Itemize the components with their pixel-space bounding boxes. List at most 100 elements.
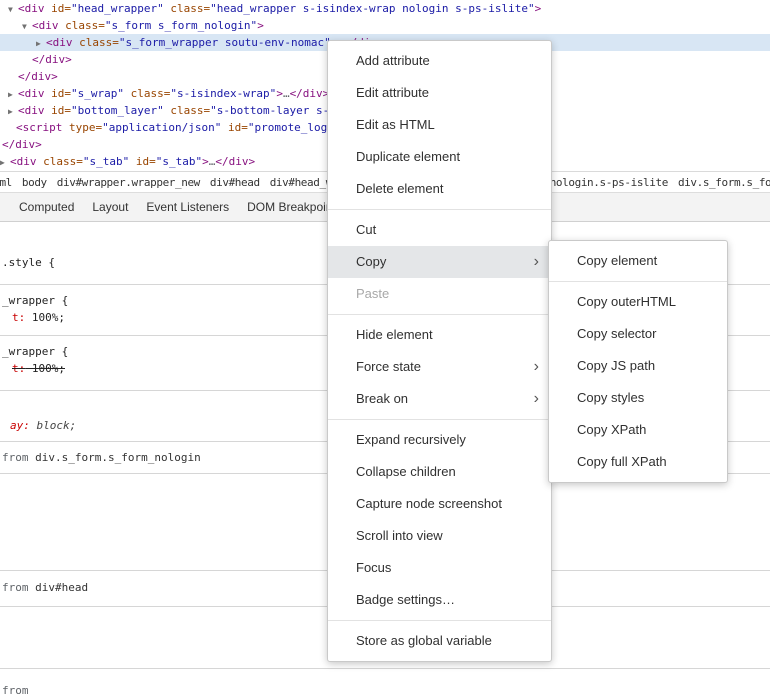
menu-item-collapse-children[interactable]: Collapse children [328,456,551,488]
breadcrumb-item-body[interactable]: body [17,176,52,189]
inherited-from-label: from [2,581,35,594]
attr-name-token: id= [45,2,72,15]
tag-token: > [276,87,283,100]
closing-tag-token: </div> [32,53,72,66]
inherited-from-row: from div.s_form.s_form_nologin [2,450,201,466]
menu-item-edit-as-html[interactable]: Edit as HTML [328,109,551,141]
disclosure-triangle-icon[interactable]: ▶ [0,154,10,170]
attr-name-token: class= [37,155,83,168]
breadcrumb-item-head[interactable]: div#head [205,176,265,189]
attr-value-token: "s-isindex-wrap" [170,87,276,100]
css-property-name[interactable]: t: [12,362,25,375]
menu-item-delete-element[interactable]: Delete element [328,173,551,205]
tag-token: <div [32,19,59,32]
dom-tree-row[interactable]: ▼<div id="head_wrapper" class="head_wrap… [0,0,770,17]
tag-token: <div [10,155,37,168]
css-property-row[interactable]: t: 100%; [12,310,65,326]
dom-tree-row[interactable]: ▼<div class="s_form s_form_nologin"> [0,17,770,34]
copy-submenu: Copy element Copy outerHTML Copy selecto… [548,240,728,483]
inherited-from-label: from [2,451,35,464]
attr-name-token: class= [59,19,105,32]
attr-value-token: "s_tab" [156,155,202,168]
node-link[interactable]: div.s_form.s_form_nologin [35,451,201,464]
menu-item-store-as-global-variable[interactable]: Store as global variable [328,625,551,657]
css-property-value[interactable]: 100%; [25,362,65,375]
tag-token: <div [18,2,45,15]
breadcrumb-item-html[interactable]: html [0,176,17,189]
closing-tag-token: </div> [18,70,58,83]
menu-item-capture-node-screenshot[interactable]: Capture node screenshot [328,488,551,520]
menu-separator [328,314,551,315]
tag-token: <div [18,104,45,117]
inherited-from-label: from [2,684,29,697]
tag-token: <script [16,121,62,134]
tab-computed[interactable]: Computed [10,193,83,221]
menu-item-copy-element[interactable]: Copy element [549,245,727,277]
tag-token: <div [46,36,73,49]
disclosure-triangle-icon[interactable]: ▶ [8,103,18,119]
attr-name-token: class= [124,87,170,100]
css-rule-selector[interactable]: _wrapper { [2,344,68,360]
menu-item-cut[interactable]: Cut [328,214,551,246]
menu-separator [549,281,727,282]
menu-item-label: Break on [356,391,408,406]
attr-name-token: class= [164,2,210,15]
menu-item-label: Force state [356,359,421,374]
tab-event-listeners[interactable]: Event Listeners [137,193,238,221]
menu-item-paste: Paste [328,278,551,310]
css-property-name: ay: [10,419,30,432]
menu-item-badge-settings[interactable]: Badge settings… [328,584,551,616]
attr-value-token: "head_wrapper s-isindex-wrap nologin s-p… [210,2,535,15]
css-property-name[interactable]: t: [12,311,25,324]
disclosure-triangle-icon[interactable]: ▶ [36,35,46,51]
menu-item-hide-element[interactable]: Hide element [328,319,551,351]
tag-token: > [202,155,209,168]
style-section-separator [0,668,770,669]
css-property-row-overridden[interactable]: t: 100%; [12,361,65,377]
menu-item-scroll-into-view[interactable]: Scroll into view [328,520,551,552]
disclosure-triangle-icon[interactable]: ▼ [22,18,32,34]
breadcrumb-item-s-form[interactable]: div.s_form.s_form_nologin [673,176,770,189]
menu-item-duplicate-element[interactable]: Duplicate element [328,141,551,173]
menu-item-expand-recursively[interactable]: Expand recursively [328,424,551,456]
breadcrumb-item-wrapper[interactable]: div#wrapper.wrapper_new [52,176,205,189]
menu-separator [328,209,551,210]
submenu-chevron-icon: › [534,246,539,277]
node-link[interactable]: div#head [35,581,88,594]
menu-item-copy[interactable]: Copy› [328,246,551,278]
closing-tag-token: </div> [2,138,42,151]
submenu-chevron-icon: › [534,383,539,414]
menu-item-copy-selector[interactable]: Copy selector [549,318,727,350]
attr-value-token: "s_tab" [83,155,129,168]
tag-token: > [257,19,264,32]
attr-name-token: id= [221,121,248,134]
menu-item-add-attribute[interactable]: Add attribute [328,45,551,77]
menu-item-edit-attribute[interactable]: Edit attribute [328,77,551,109]
attr-name-token: class= [164,104,210,117]
attr-value-token: "head_wrapper" [71,2,164,15]
css-property-value[interactable]: 100%; [25,311,65,324]
css-rule-selector[interactable]: _wrapper { [2,293,68,309]
disclosure-triangle-icon[interactable]: ▼ [8,1,18,17]
tab-layout[interactable]: Layout [83,193,137,221]
menu-item-focus[interactable]: Focus [328,552,551,584]
attr-value-token: "s_wrap" [71,87,124,100]
menu-item-copy-xpath[interactable]: Copy XPath [549,414,727,446]
disclosure-triangle-icon[interactable]: ▶ [8,86,18,102]
attr-name-token: class= [73,36,119,49]
menu-item-copy-outerhtml[interactable]: Copy outerHTML [549,286,727,318]
attr-name-token: id= [129,155,156,168]
tag-token: > [535,2,542,15]
menu-item-force-state[interactable]: Force state › [328,351,551,383]
menu-item-break-on[interactable]: Break on › [328,383,551,415]
menu-item-copy-full-xpath[interactable]: Copy full XPath [549,446,727,478]
submenu-chevron-icon: › [534,351,539,382]
collapsed-ellipsis[interactable]: … [283,87,290,100]
tag-token: <div [18,87,45,100]
menu-item-copy-js-path[interactable]: Copy JS path [549,350,727,382]
menu-item-copy-styles[interactable]: Copy styles [549,382,727,414]
attr-value-token: "s_form s_form_nologin" [105,19,257,32]
tag-token: </div> [290,87,330,100]
element-style-selector[interactable]: .style { [2,255,55,271]
attr-value-token: "bottom_layer" [71,104,164,117]
